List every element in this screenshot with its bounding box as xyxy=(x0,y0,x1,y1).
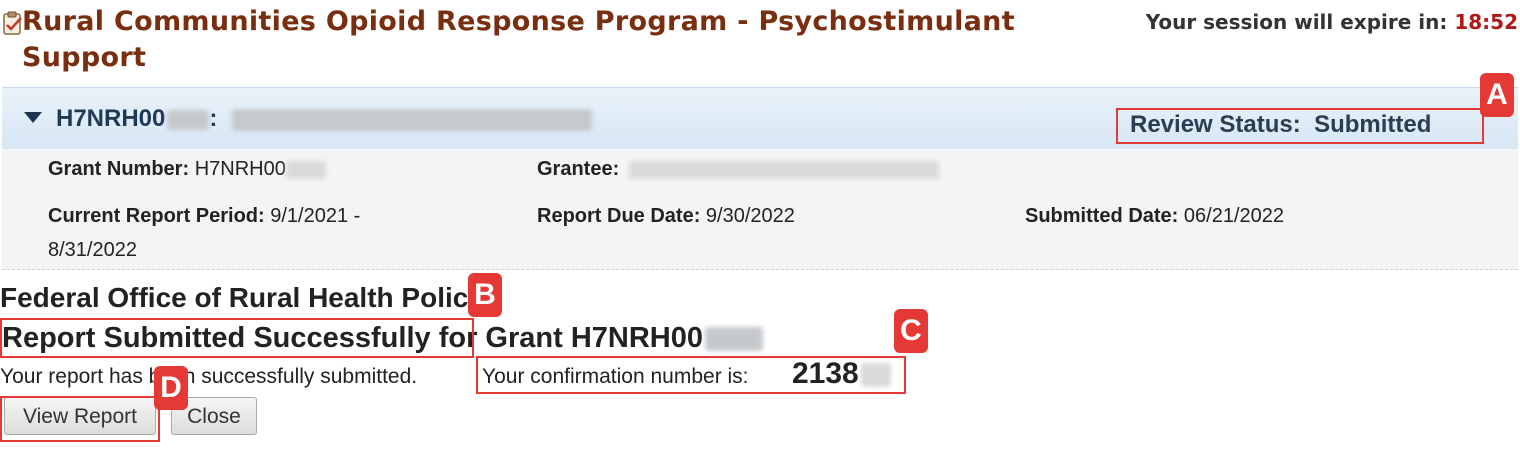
submitted-date-field: Submitted Date: 06/21/2022 xyxy=(1025,199,1284,233)
grant-number-field: Grant Number: H7NRH00 xyxy=(48,152,326,186)
grantee-field: Grantee: xyxy=(537,152,939,186)
callout-badge-c: C xyxy=(894,309,928,353)
page-header: Rural Communities Opioid Response Progra… xyxy=(0,0,1520,82)
due-date-value: 9/30/2022 xyxy=(705,205,795,227)
success-message: Your report has been successfully submit… xyxy=(0,365,418,388)
office-title: Federal Office of Rural Health Policy xyxy=(0,282,484,313)
grant-details: Grant Number: H7NRH00 Grantee: Current R… xyxy=(2,149,1518,270)
grant-heading: H7NRH00: xyxy=(56,105,593,133)
due-date-field: Report Due Date: 9/30/2022 xyxy=(537,199,795,233)
submitted-date-value: 06/21/2022 xyxy=(1183,205,1285,227)
grant-id: H7NRH00 xyxy=(56,105,166,132)
redacted-grantee xyxy=(628,160,939,179)
callout-box-b xyxy=(0,318,474,358)
report-period-label: Current Report Period: xyxy=(48,205,265,227)
session-label: Your session will expire in: xyxy=(1145,10,1448,34)
session-timer: Your session will expire in: 18:52 xyxy=(1146,10,1518,34)
report-period-value-end: 8/31/2022 xyxy=(48,239,137,261)
submitted-date-label: Submitted Date: xyxy=(1025,205,1179,227)
redacted-grant-suffix xyxy=(167,109,210,130)
report-period-value: 9/1/2021 - xyxy=(270,205,361,227)
callout-badge-d: D xyxy=(154,366,188,410)
callout-box-d xyxy=(0,396,160,442)
clipboard-check-icon xyxy=(3,11,22,35)
callout-badge-b: B xyxy=(468,273,502,317)
redacted-grant-suffix-2 xyxy=(704,327,763,352)
grant-separator: : xyxy=(209,105,218,132)
grant-number-label: Grant Number: xyxy=(48,158,190,180)
callout-box-c xyxy=(476,356,906,394)
collapse-triangle-icon[interactable] xyxy=(24,112,42,123)
grantee-label: Grantee: xyxy=(537,158,620,180)
session-countdown: 18:52 xyxy=(1454,10,1518,34)
redacted-grant-number xyxy=(285,160,326,179)
due-date-label: Report Due Date: xyxy=(537,205,701,227)
report-period-field: Current Report Period: 9/1/2021 - 8/31/2… xyxy=(48,199,468,267)
page-title: Rural Communities Opioid Response Progra… xyxy=(22,6,1015,73)
callout-box-a xyxy=(1116,108,1484,144)
grant-number-value: H7NRH00 xyxy=(194,158,286,180)
callout-badge-a: A xyxy=(1480,73,1514,117)
redacted-grantee-name xyxy=(232,108,593,131)
